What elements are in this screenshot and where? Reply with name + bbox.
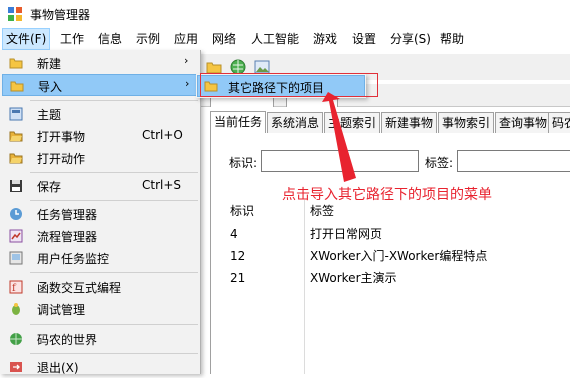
- menu-item-task-manager[interactable]: 任务管理器: [2, 203, 198, 225]
- save-icon: [10, 180, 22, 192]
- menu-item-label: 任务管理器: [37, 208, 98, 222]
- globe-icon: [10, 333, 22, 345]
- import-folder-icon: [10, 81, 24, 92]
- menu-item-exit[interactable]: 退出(X): [2, 356, 198, 378]
- menu-item-label: 新建: [37, 57, 62, 71]
- id-input[interactable]: [261, 150, 419, 172]
- row-tag: XWorker入门-XWorker编程特点: [310, 249, 488, 263]
- task-table: 标识 标签 4 打开日常网页 12 XWorker入门-XWorker编程特点 …: [224, 200, 570, 374]
- theme-icon: [9, 107, 23, 121]
- menu-item-label: 函数交互式编程: [37, 281, 122, 295]
- tab-new-thing[interactable]: 新建事物: [381, 112, 438, 133]
- menu-item-label: 用户任务监控: [37, 252, 110, 266]
- row-tag: XWorker主演示: [310, 271, 397, 285]
- table-row[interactable]: 4 打开日常网页: [224, 223, 570, 245]
- debug-icon: [12, 303, 20, 315]
- menu-item-new[interactable]: 新建 ›: [2, 52, 198, 74]
- process-manager-icon: [9, 229, 23, 243]
- menu-bar: 文件(F) 工作 信息 示例 应用 网络 人工智能 游戏 设置 分享(S) 帮助: [0, 28, 570, 50]
- menu-separator: [30, 324, 198, 325]
- window-title: 事物管理器: [30, 8, 91, 22]
- annotation-text: 点击导入其它路径下的项目的菜单: [282, 187, 492, 203]
- menu-help[interactable]: 帮助: [437, 28, 467, 50]
- menu-item-save[interactable]: 保存 Ctrl+S: [2, 175, 198, 197]
- menu-item-user-task-monitor[interactable]: 用户任务监控: [2, 247, 198, 269]
- task-manager-icon: [10, 208, 22, 220]
- tab-current-tasks[interactable]: 当前任务: [210, 111, 267, 134]
- column-header-id[interactable]: 标识: [230, 200, 254, 222]
- shortcut-label: Ctrl+O: [142, 128, 183, 142]
- tag-label: 标签:: [425, 156, 454, 170]
- menu-separator: [30, 172, 198, 173]
- menu-item-label: 打开动作: [37, 152, 86, 166]
- menu-separator: [30, 200, 198, 201]
- menu-info[interactable]: 信息: [95, 28, 125, 50]
- menu-item-label: 保存: [37, 180, 62, 194]
- tab-query-thing[interactable]: 查询事物: [495, 112, 552, 133]
- new-folder-icon: [9, 58, 23, 69]
- row-id: 4: [230, 227, 238, 241]
- menu-item-coder-world[interactable]: 码农的世界: [2, 328, 198, 350]
- submenu-arrow-icon: ›: [185, 77, 190, 90]
- menu-item-func-programming[interactable]: f 函数交互式编程: [2, 276, 198, 298]
- menu-share[interactable]: 分享(S): [387, 28, 434, 50]
- highlight-box: [200, 73, 378, 97]
- menu-examples[interactable]: 示例: [133, 28, 163, 50]
- row-tag: 打开日常网页: [310, 227, 383, 241]
- function-icon: f: [9, 280, 23, 294]
- app-icon: [8, 7, 22, 21]
- menu-item-import[interactable]: 导入 ›: [2, 74, 198, 96]
- menu-item-open-thing[interactable]: 打开事物 Ctrl+O: [2, 125, 198, 147]
- content-tabs: 当前任务 系统消息 主题索引 新建事物 事物索引 查询事物 码农: [210, 111, 570, 134]
- menu-item-process-manager[interactable]: 流程管理器: [2, 225, 198, 247]
- tab-coder[interactable]: 码农: [548, 112, 570, 133]
- shortcut-label: Ctrl+S: [142, 178, 182, 192]
- menu-item-label: 流程管理器: [37, 230, 98, 244]
- menu-item-label: 码农的世界: [37, 333, 98, 347]
- submenu-arrow-icon: ›: [184, 54, 189, 67]
- menu-ai[interactable]: 人工智能: [248, 28, 302, 50]
- tag-input[interactable]: [457, 150, 570, 172]
- menu-separator: [30, 100, 198, 101]
- menu-games[interactable]: 游戏: [310, 28, 340, 50]
- row-id: 21: [230, 271, 246, 285]
- id-label: 标识:: [229, 156, 258, 170]
- menu-apps[interactable]: 应用: [171, 28, 201, 50]
- tab-thing-index[interactable]: 事物索引: [438, 112, 495, 133]
- exit-icon: [10, 362, 22, 372]
- tab-system-messages[interactable]: 系统消息: [267, 112, 324, 133]
- open-folder-icon: [9, 153, 23, 164]
- menu-item-label: 退出(X): [37, 361, 79, 375]
- monitor-icon: [9, 251, 23, 265]
- menu-separator: [30, 353, 198, 354]
- menu-separator: [30, 272, 198, 273]
- menu-item-theme[interactable]: 主题: [2, 103, 198, 125]
- menu-file[interactable]: 文件(F): [2, 28, 51, 50]
- menu-network[interactable]: 网络: [209, 28, 239, 50]
- menu-item-label: 主题: [37, 108, 62, 122]
- table-row[interactable]: 21 XWorker主演示: [224, 267, 570, 289]
- menu-item-open-action[interactable]: 打开动作: [2, 147, 198, 169]
- tab-theme-index[interactable]: 主题索引: [324, 112, 381, 133]
- menu-item-debug-manager[interactable]: 调试管理: [2, 298, 198, 320]
- title-bar: 事物管理器: [0, 0, 570, 28]
- menu-settings[interactable]: 设置: [349, 28, 379, 50]
- menu-item-label: 导入: [38, 80, 63, 94]
- menu-work[interactable]: 工作: [57, 28, 87, 50]
- open-folder-icon: [9, 131, 23, 142]
- table-row[interactable]: 12 XWorker入门-XWorker编程特点: [224, 245, 570, 267]
- file-menu: 新建 › 导入 › 主题 打开事物 Ctrl+O 打开动作 保存 Ctrl+S …: [0, 50, 201, 375]
- row-id: 12: [230, 249, 246, 263]
- menu-item-label: 调试管理: [37, 303, 86, 317]
- menu-item-label: 打开事物: [37, 130, 86, 144]
